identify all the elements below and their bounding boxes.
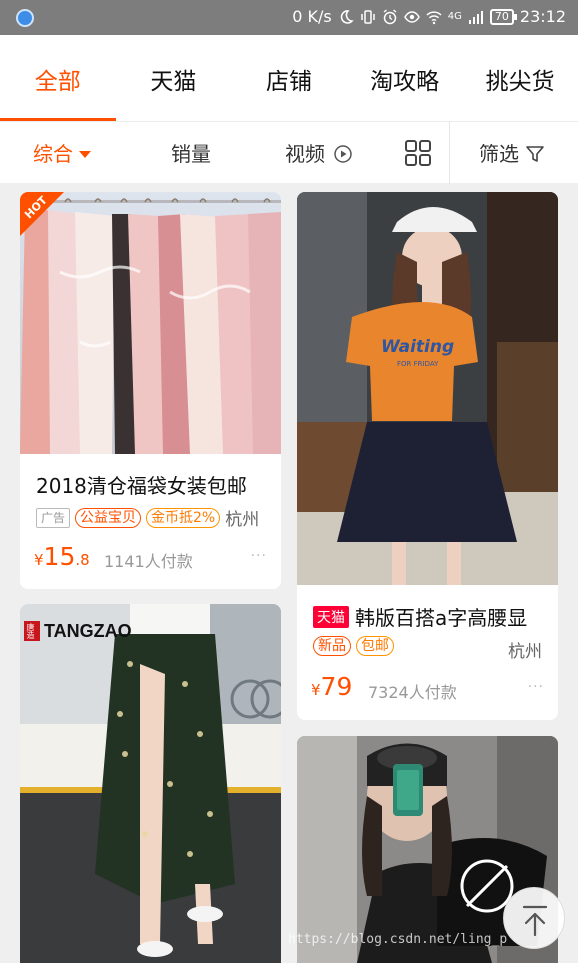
price-decimal: .8 [75, 551, 90, 569]
funnel-icon [526, 146, 545, 162]
product-image[interactable]: 唐造 TANGZAO [20, 604, 281, 963]
product-title-text: 韩版百搭a字高腰显 [355, 606, 528, 630]
more-options-button[interactable]: ··· [251, 548, 267, 564]
product-card[interactable]: HOT 2018清仓福袋女装包邮 广告 公益宝贝 金币抵2% 杭州 ¥15.8 … [20, 192, 281, 589]
product-image[interactable]: Waiting FOR FRIDAY [297, 192, 558, 585]
filter-label: 筛选 [479, 142, 519, 166]
tab-all[interactable]: 全部 [0, 35, 116, 121]
price-symbol: ¥ [34, 551, 44, 569]
product-tags: 广告 公益宝贝 金币抵2% 杭州 [36, 505, 259, 530]
eye-icon [403, 10, 420, 23]
play-circle-icon [334, 145, 353, 163]
moon-icon [340, 9, 354, 24]
sales-count: 7324人付款 [368, 683, 457, 702]
shirt-print-subtext: FOR FRIDAY [397, 360, 439, 368]
sort-sales-button[interactable]: 销量 [171, 122, 211, 184]
product-card[interactable]: Waiting FOR FRIDAY 天猫 韩版百搭a字高腰显 新品 包邮 杭州 … [297, 192, 558, 720]
status-bar: 0 K/s 4G 70 23:12 [0, 0, 578, 35]
price-integer: 79 [320, 672, 353, 701]
sort-comprehensive-button[interactable]: 综合 [33, 122, 91, 184]
layout-toggle-button[interactable] [404, 139, 432, 167]
model-photo: Waiting FOR FRIDAY [297, 192, 558, 585]
grid-view-icon [405, 140, 431, 166]
wifi-icon [426, 10, 442, 24]
dress-rack-photo [20, 192, 281, 454]
signal-label: 4G [447, 11, 462, 22]
watermark: https://blog.csdn.net/ling_p [288, 932, 508, 947]
sales-count: 1141人付款 [104, 552, 193, 571]
tab-shops[interactable]: 店铺 [231, 35, 347, 121]
skirt-photo [20, 604, 281, 963]
product-price: ¥79 [311, 672, 352, 701]
sort-video-button[interactable]: 视频 [285, 122, 353, 184]
battery-level: 70 [494, 9, 509, 23]
new-tag: 新品 [313, 636, 351, 656]
category-tabs: 全部 天猫 店铺 淘攻略 挑尖货 [0, 35, 578, 121]
price-integer: 15 [43, 542, 76, 571]
product-title: 天猫 韩版百搭a字高腰显 [313, 602, 527, 631]
tab-guides[interactable]: 淘攻略 [347, 35, 463, 121]
product-price: ¥15.8 [34, 542, 90, 571]
free-shipping-tag: 包邮 [356, 636, 394, 656]
charity-tag: 公益宝贝 [75, 507, 142, 528]
vibrate-icon [361, 9, 375, 24]
product-card[interactable]: 唐造 TANGZAO [20, 604, 281, 963]
sort-sales-label: 销量 [171, 142, 211, 166]
brand-seal: 唐造 [26, 623, 35, 639]
tmall-badge: 天猫 [313, 606, 349, 628]
product-title: 2018清仓福袋女装包邮 [36, 474, 247, 498]
back-to-top-button[interactable] [503, 887, 565, 949]
price-symbol: ¥ [311, 681, 321, 699]
tab-premium[interactable]: 挑尖货 [462, 35, 578, 121]
network-speed: 0 K/s [292, 7, 332, 26]
product-location: 杭州 [508, 642, 542, 662]
signal-icon [468, 10, 483, 24]
battery-icon: 70 [489, 8, 517, 25]
ad-label: 广告 [36, 507, 71, 528]
shirt-print-text: Waiting [381, 337, 454, 357]
sort-comprehensive-label: 综合 [33, 142, 73, 166]
coin-tag: 金币抵2% [146, 507, 221, 528]
caret-down-icon [79, 150, 91, 158]
brand-name: TANGZAO [44, 621, 132, 641]
product-location: 杭州 [225, 510, 260, 530]
sort-video-label: 视频 [285, 142, 325, 166]
alarm-icon [383, 8, 397, 24]
app-notification-icon [16, 9, 34, 27]
sort-divider [449, 122, 450, 184]
clock: 23:12 [519, 7, 566, 26]
arrow-up-icon [522, 905, 548, 937]
status-icons: 0 K/s 4G 70 23:12 [292, 7, 566, 26]
sort-bar: 综合 销量 视频 筛选 [0, 121, 578, 184]
product-tags: 新品 包邮 [313, 636, 394, 656]
tab-tmall[interactable]: 天猫 [116, 35, 232, 121]
more-options-button[interactable]: ··· [528, 679, 544, 695]
filter-button[interactable]: 筛选 [479, 122, 545, 184]
product-image[interactable]: HOT [20, 192, 281, 454]
